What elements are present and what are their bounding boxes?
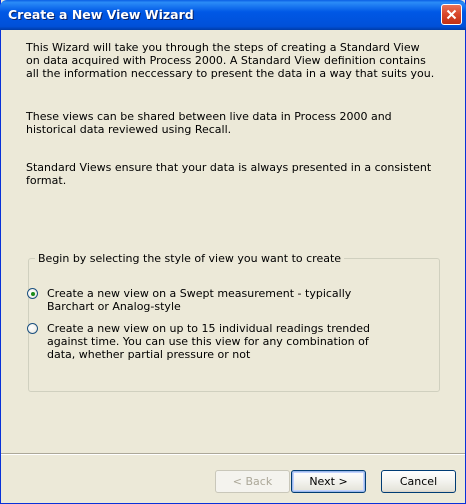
title-bar[interactable]: Create a New View Wizard — [0, 0, 466, 30]
cancel-button[interactable]: Cancel — [381, 470, 456, 493]
back-button[interactable]: < Back — [215, 470, 290, 493]
window-title: Create a New View Wizard — [8, 7, 194, 22]
swept-measurement-label[interactable]: Create a new view on a Swept measurement… — [47, 287, 397, 313]
wizard-window: Create a New View Wizard This Wizard wil… — [0, 0, 466, 504]
intro-paragraph-2: These views can be shared between live d… — [26, 110, 392, 136]
swept-measurement-radio[interactable] — [27, 288, 38, 299]
individual-readings-radio[interactable] — [27, 323, 38, 334]
next-button[interactable]: Next > — [291, 470, 366, 493]
close-icon — [446, 9, 457, 20]
footer-separator — [1, 453, 465, 455]
close-button[interactable] — [441, 4, 462, 25]
intro-paragraph-3: Standard Views ensure that your data is … — [26, 161, 432, 187]
groupbox-legend: Begin by selecting the style of view you… — [35, 252, 345, 265]
radio-selected-dot — [30, 291, 35, 296]
individual-readings-label[interactable]: Create a new view on up to 15 individual… — [47, 322, 397, 361]
intro-paragraph-1: This Wizard will take you through the st… — [26, 41, 435, 80]
